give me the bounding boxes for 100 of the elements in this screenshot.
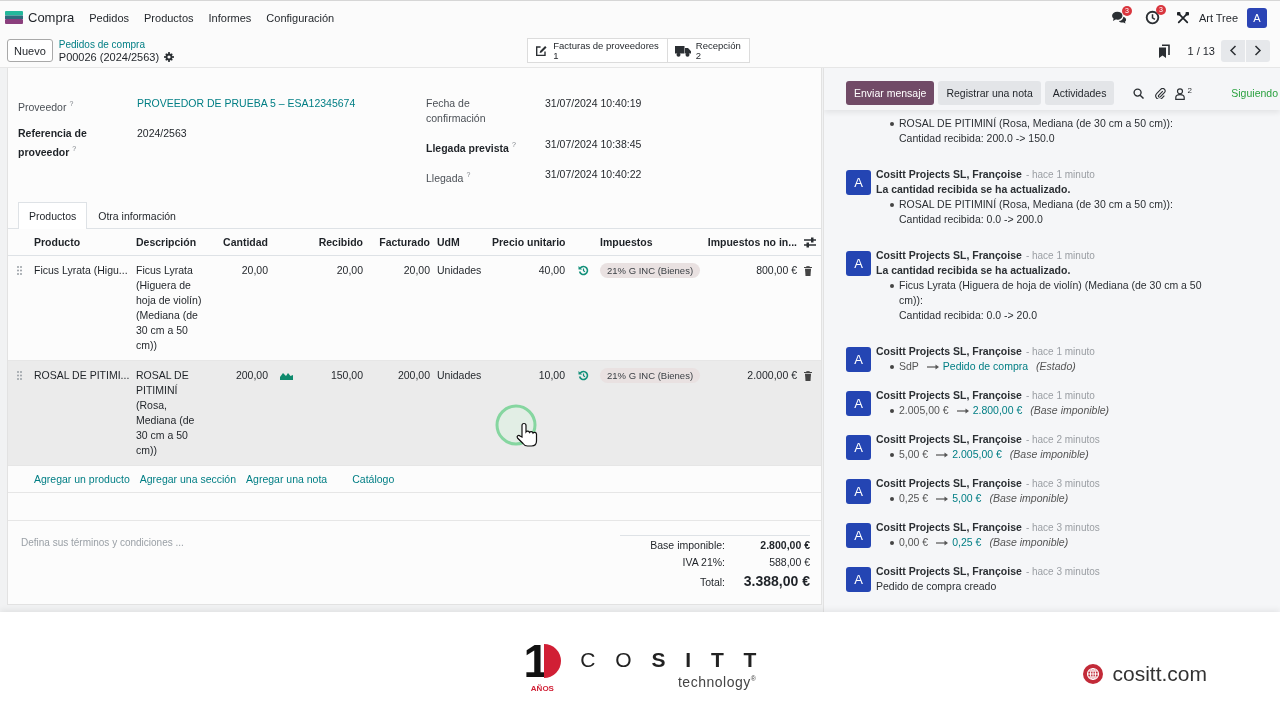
tools-icon[interactable]	[1176, 11, 1189, 24]
total-label: Total:	[698, 574, 725, 590]
message-time: - hace 3 minutos	[1025, 478, 1100, 489]
sliders-icon[interactable]	[804, 237, 816, 249]
arrow-icon	[936, 451, 949, 458]
old-value: 0,25 €	[899, 491, 929, 506]
website-text[interactable]: cositt.com	[1112, 662, 1207, 686]
vendor-link[interactable]: PROVEEDOR DE PRUEBA 5 – ESA12345674	[137, 96, 356, 111]
column-header[interactable]: Cantidad	[205, 229, 272, 255]
previous-button[interactable]	[1221, 39, 1245, 62]
author-name[interactable]: Cositt Projects SL, Françoise	[876, 345, 1022, 357]
terms-field[interactable]: Defina sus términos y condiciones ...	[21, 534, 501, 577]
new-button[interactable]: Nuevo	[7, 39, 53, 62]
column-header[interactable]: Precio unitario	[488, 229, 569, 255]
bullet-icon	[890, 496, 894, 501]
gear-icon[interactable]	[164, 51, 175, 62]
author-name[interactable]: Cositt Projects SL, Françoise	[876, 433, 1022, 445]
tax-tag: 21% G INC (Bienes)	[600, 262, 701, 278]
circular-arrow-icon[interactable]	[577, 264, 589, 276]
new-value: 2.005,00 €	[952, 447, 1002, 462]
total-value: 3.388,00 €	[742, 571, 810, 591]
app-name[interactable]: Compra	[28, 10, 75, 25]
field-label: Referencia de proveedor$^{?}$	[18, 125, 88, 160]
field-name: (Estado)	[1036, 359, 1076, 374]
column-header[interactable]: Descripción	[133, 229, 205, 255]
column-header[interactable]: Impuestos no in...	[700, 229, 800, 255]
author-name[interactable]: Cositt Projects SL, Françoise	[876, 477, 1022, 489]
tax-tag: 21% G INC (Bienes)	[600, 367, 701, 383]
message-time: - hace 1 minuto	[1025, 390, 1095, 401]
author-avatar[interactable]: A	[846, 435, 871, 460]
total-label: Base imponible:	[650, 537, 725, 553]
new-value: 5,00 €	[952, 491, 982, 506]
bookmarks-icon[interactable]	[1159, 43, 1171, 58]
smart-button[interactable]: Facturas de proveedores 1	[527, 38, 668, 63]
breadcrumb-link[interactable]: Pedidos de compra	[58, 38, 175, 51]
pager-text[interactable]: 1 / 13	[1187, 44, 1215, 57]
table-row[interactable]: Ficus Lyrata (Higu... Ficus Lyrata (Higuera de hoja de violín) (Mediana (de 30 cm a 50 cm)) 20,00 20,00 20,00 Unidades 40,00 21% G INC (Bienes) 800,00 €	[8, 255, 821, 360]
next-button[interactable]	[1246, 39, 1270, 62]
clock-icon[interactable]	[1144, 10, 1160, 25]
drag-handle-icon[interactable]	[16, 370, 22, 380]
menu-item[interactable]: Informes	[208, 11, 252, 24]
tab[interactable]: Otra información	[87, 202, 187, 229]
bullet-icon	[890, 203, 894, 207]
table-cell: 150,00	[300, 360, 367, 465]
field-label: Llegada$^{?}$	[426, 169, 472, 186]
smart-button[interactable]: Recepción 2	[667, 38, 750, 63]
table-row[interactable]: ROSAL DE PITIMI... ROSAL DE PITIMINÍ (Rosa, Mediana (de 30 cm a 50 cm)) 200,00 150,00 200,00 Unidades 10,00 21% G INC (Bienes) 2.000,00 €	[8, 360, 821, 465]
circular-arrow-icon[interactable]	[577, 369, 589, 381]
user-icon	[1175, 88, 1186, 100]
menu-item[interactable]: Productos	[144, 11, 194, 24]
user-avatar[interactable]: A	[1247, 7, 1267, 28]
trash-icon[interactable]	[804, 370, 812, 381]
author-name[interactable]: Cositt Projects SL, Françoise	[876, 249, 1022, 261]
column-header[interactable]: Impuestos	[597, 229, 700, 255]
menu-item[interactable]: Pedidos	[89, 11, 129, 24]
chatter-button[interactable]: Actividades	[1044, 81, 1115, 105]
author-avatar[interactable]: A	[846, 391, 871, 416]
paperclip-icon[interactable]	[1155, 88, 1167, 99]
add-line-link[interactable]: Agregar una nota	[246, 472, 328, 485]
chatter-button[interactable]: Registrar una nota	[938, 81, 1041, 105]
field-value: 31/07/2024 10:40:22	[545, 166, 642, 182]
table-cell: ROSAL DE PITIMINÍ (Rosa, Mediana (de 30 cm a 50 cm))	[133, 360, 205, 465]
author-avatar[interactable]: A	[846, 479, 871, 504]
field-name: (Base imponible)	[989, 535, 1069, 550]
field-name: (Base imponible)	[1009, 447, 1089, 462]
app-logo-icon[interactable]	[5, 11, 23, 24]
author-avatar[interactable]: A	[846, 347, 871, 372]
new-value: Pedido de compra	[942, 359, 1029, 374]
author-name[interactable]: Cositt Projects SL, Françoise	[876, 389, 1022, 401]
arrow-icon	[926, 363, 939, 370]
author-avatar[interactable]: A	[846, 251, 871, 276]
chat-icon[interactable]	[1110, 11, 1127, 24]
author-name[interactable]: Cositt Projects SL, Françoise	[876, 168, 1022, 180]
search-icon[interactable]	[1133, 88, 1145, 99]
add-line-link[interactable]: Agregar un producto	[34, 472, 130, 485]
column-header[interactable]: UdM	[433, 229, 488, 255]
message-title: La cantidad recibida se ha actualizado.	[876, 182, 1072, 197]
author-name[interactable]: Cositt Projects SL, Françoise	[876, 565, 1022, 577]
chatter-button[interactable]: Enviar mensaje	[846, 81, 935, 105]
add-line-link[interactable]: Agregar una sección	[139, 472, 237, 485]
column-header[interactable]: Producto	[30, 229, 133, 255]
menu-item[interactable]: Configuración	[266, 11, 335, 24]
table-cell: 2.000,00 €	[700, 360, 800, 465]
truck-icon	[674, 44, 691, 57]
author-avatar[interactable]: A	[846, 567, 871, 592]
add-line-link[interactable]: Catálogo	[352, 472, 395, 485]
field-name: (Base imponible)	[1030, 403, 1110, 418]
area-chart-icon[interactable]	[279, 370, 293, 380]
drag-handle-icon[interactable]	[16, 265, 22, 275]
author-avatar[interactable]: A	[846, 523, 871, 548]
tab[interactable]: Productos	[18, 202, 88, 229]
author-name[interactable]: Cositt Projects SL, Françoise	[876, 521, 1022, 533]
column-header[interactable]: Recibido	[300, 229, 367, 255]
author-avatar[interactable]: A	[846, 170, 871, 195]
column-header[interactable]: Facturado	[367, 229, 433, 255]
field-label: Llegada prevista$^{?}$	[426, 140, 517, 156]
company-name[interactable]: Art Tree	[1198, 11, 1238, 24]
arrow-icon	[956, 407, 969, 414]
followers-button[interactable]: 2	[1175, 87, 1192, 100]
trash-icon[interactable]	[804, 265, 812, 276]
